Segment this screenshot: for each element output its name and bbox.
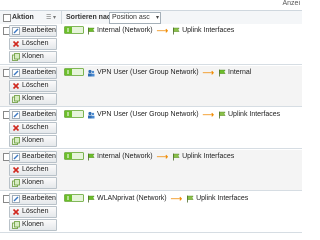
select-all-checkbox[interactable] — [3, 14, 11, 22]
rule-source: Internal (Network) — [97, 153, 153, 160]
clone-button-label: Klonen — [22, 95, 44, 102]
delete-icon — [12, 82, 20, 90]
delete-button-label: Löschen — [22, 166, 49, 173]
edit-icon — [12, 195, 20, 203]
rule-source: VPN User (User Group Network) — [97, 69, 199, 76]
rule-destination: Uplink Interfaces — [196, 195, 249, 202]
clone-button-label: Klonen — [22, 221, 44, 228]
delete-button[interactable]: Löschen — [9, 164, 57, 176]
arrow-right-icon: ⟶ — [202, 68, 214, 77]
delete-button-label: Löschen — [22, 124, 49, 131]
clone-icon — [12, 53, 20, 61]
rule-description: VPN User (User Group Network) ⟶ Uplink Int… — [87, 110, 280, 120]
rule-source: Internal (Network) — [97, 27, 153, 34]
edit-icon — [12, 69, 20, 77]
edit-button[interactable]: Bearbeiten — [9, 67, 57, 79]
rule-description: VPN User (User Group Network) ⟶ Internal — [87, 68, 251, 78]
clone-icon — [12, 137, 20, 145]
rule-row: Bearbeiten Löschen Klonen Internal (Network… — [0, 24, 302, 65]
edit-button[interactable]: Bearbeiten — [9, 109, 57, 121]
clone-button-label: Klonen — [22, 137, 44, 144]
edit-button-label: Bearbeiten — [22, 195, 56, 202]
rule-description: Internal (Network) ⟶ Uplink Interfaces — [87, 152, 234, 162]
network-flag-icon — [219, 69, 226, 76]
arrow-right-icon: ⟶ — [156, 26, 169, 35]
clone-button[interactable]: Klonen — [9, 93, 57, 105]
rule-source: VPN User (User Group Network) — [97, 111, 199, 118]
chevron-down-icon: ▾ — [155, 15, 159, 21]
delete-icon — [12, 208, 20, 216]
rule-description: WLANprivat (Network) ⟶ Uplink Interfaces — [87, 194, 248, 204]
delete-button-label: Löschen — [22, 82, 49, 89]
rule-row: Bearbeiten Löschen Klonen Internal (Network… — [0, 150, 302, 191]
rule-row: Bearbeiten Löschen Klonen VPN User (User Gr… — [0, 66, 302, 107]
delete-icon — [12, 166, 20, 174]
sort-select-value: Position asc — [112, 14, 150, 21]
rule-source: WLANprivat (Network) — [97, 195, 167, 202]
rule-description: Internal (Network) ⟶ Uplink Interfaces — [87, 26, 234, 36]
rule-destination: Uplink Interfaces — [182, 153, 235, 160]
delete-button[interactable]: Löschen — [9, 122, 57, 134]
arrow-right-icon: ⟶ — [170, 194, 183, 203]
delete-button-label: Löschen — [22, 40, 49, 47]
interface-flag-icon — [173, 27, 180, 34]
header-divider — [61, 11, 62, 25]
sort-select[interactable]: Position asc ▾ — [109, 12, 161, 24]
network-flag-icon — [88, 195, 95, 202]
action-column-label: Aktion — [12, 14, 34, 21]
delete-icon — [12, 124, 20, 132]
enable-toggle[interactable] — [64, 110, 84, 118]
enable-toggle[interactable] — [64, 152, 84, 160]
list-menu-icon[interactable]: ☰ ▾ — [46, 14, 56, 21]
interface-flag-icon — [219, 111, 226, 118]
arrow-right-icon: ⟶ — [156, 152, 169, 161]
clone-button[interactable]: Klonen — [9, 177, 57, 189]
clone-button-label: Klonen — [22, 53, 44, 60]
edit-button[interactable]: Bearbeiten — [9, 151, 57, 163]
edit-button-label: Bearbeiten — [22, 111, 56, 118]
enable-toggle[interactable] — [64, 26, 84, 34]
rule-destination: Internal — [228, 69, 252, 76]
rule-destination: Uplink Interfaces — [182, 27, 235, 34]
user-group-icon — [88, 69, 95, 76]
network-flag-icon — [88, 153, 95, 160]
edit-icon — [12, 27, 20, 35]
clone-icon — [12, 221, 20, 229]
delete-button[interactable]: Löschen — [9, 38, 57, 50]
edit-button-label: Bearbeiten — [22, 153, 56, 160]
arrow-right-icon: ⟶ — [202, 110, 214, 119]
enable-toggle[interactable] — [64, 194, 84, 202]
delete-icon — [12, 40, 20, 48]
clone-icon — [12, 179, 20, 187]
delete-button[interactable]: Löschen — [9, 206, 57, 218]
edit-button[interactable]: Bearbeiten — [9, 25, 57, 37]
clone-button[interactable]: Klonen — [9, 51, 57, 63]
clone-button-label: Klonen — [22, 179, 44, 186]
clone-button[interactable]: Klonen — [9, 219, 57, 231]
edit-button[interactable]: Bearbeiten — [9, 193, 57, 205]
enable-toggle[interactable] — [64, 68, 84, 76]
delete-button[interactable]: Löschen — [9, 80, 57, 92]
edit-icon — [12, 153, 20, 161]
network-flag-icon — [88, 27, 95, 34]
edit-button-label: Bearbeiten — [22, 69, 56, 76]
clone-icon — [12, 95, 20, 103]
rule-destination: Uplink Interfaces — [228, 111, 281, 118]
edit-button-label: Bearbeiten — [22, 27, 56, 34]
interface-flag-icon — [187, 195, 194, 202]
interface-flag-icon — [173, 153, 180, 160]
user-group-icon — [88, 111, 95, 118]
top-right-truncated-text: Anzei — [282, 0, 300, 7]
clone-button[interactable]: Klonen — [9, 135, 57, 147]
rule-row: Bearbeiten Löschen Klonen WLANprivat (Netwo… — [0, 192, 302, 233]
delete-button-label: Löschen — [22, 208, 49, 215]
edit-icon — [12, 111, 20, 119]
rule-row: Bearbeiten Löschen Klonen VPN User (User Gr… — [0, 108, 302, 149]
